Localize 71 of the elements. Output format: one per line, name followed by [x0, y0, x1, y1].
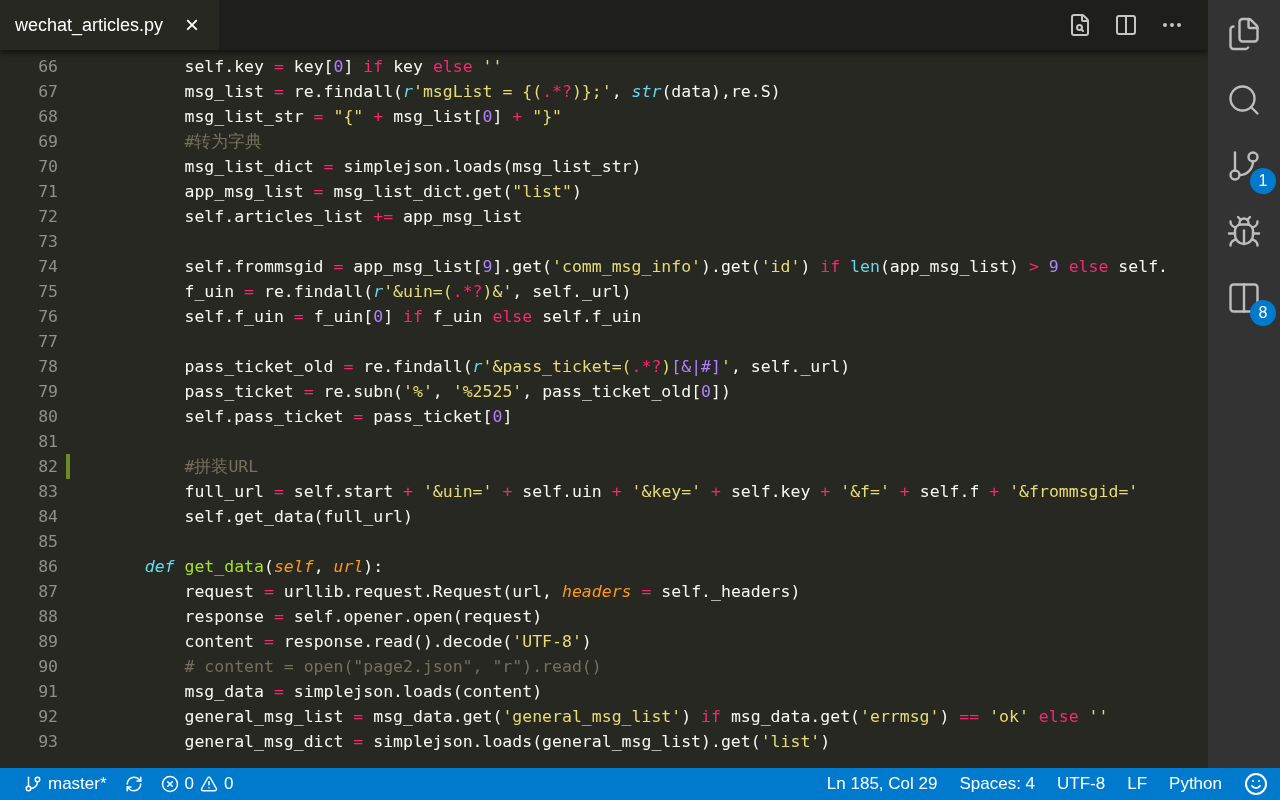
line-number: 92: [37, 707, 58, 726]
line-number: 71: [37, 182, 58, 201]
code-line: self.frommsgid = app_msg_list[9].get('comm_msg_info').get('id') if len(app_msg_list) > 9 else self.: [183, 257, 1169, 276]
problems-indicator[interactable]: 0 0: [160, 774, 234, 794]
line-number: 75: [37, 282, 58, 301]
line-number: 83: [37, 482, 58, 501]
code-line: app_msg_list = msg_list_dict.get("list"): [183, 182, 582, 201]
status-item[interactable]: Python: [1169, 774, 1222, 794]
preview-search-icon[interactable]: [1068, 13, 1092, 37]
code-line: request = urllib.request.Request(url, headers = self._headers): [183, 582, 801, 601]
code-line: content = response.read().decode('UTF-8'): [183, 632, 592, 651]
code-line: general_msg_dict = simplejson.loads(general_msg_list).get('list'): [183, 732, 831, 751]
line-number: 79: [37, 382, 58, 401]
code-line: msg_list_str = "{" + msg_list[0] + "}": [183, 107, 563, 126]
code-line: # content = open("page2.json", "r").read(): [183, 657, 602, 676]
code-line: #拼装URL: [183, 455, 259, 478]
line-number: 82: [37, 457, 58, 476]
split-editor-icon[interactable]: [1114, 13, 1138, 37]
status-item[interactable]: LF: [1127, 774, 1148, 794]
line-number: 72: [37, 207, 58, 226]
line-number: 90: [37, 657, 58, 676]
line-number: 91: [37, 682, 58, 701]
line-number: 93: [37, 732, 58, 751]
code-line: f_uin = re.findall(r'&uin=(.*?)&', self._url): [183, 282, 632, 301]
line-number: 76: [37, 307, 58, 326]
close-button[interactable]: ×: [185, 11, 200, 39]
code-line: self.pass_ticket = pass_ticket[0]: [183, 407, 513, 426]
line-number: 69: [37, 132, 58, 151]
editor-tab[interactable]: wechat_articles.py ×: [0, 0, 220, 50]
code-line: #转为字典: [183, 130, 263, 153]
code-line: msg_list = re.findall(r'msgList = {(.*?)};', str(data),re.S): [183, 82, 781, 101]
branch-indicator[interactable]: master*: [24, 774, 107, 794]
line-number: 74: [37, 257, 58, 276]
line-number: 88: [37, 607, 58, 626]
smiley-icon[interactable]: [1244, 772, 1268, 796]
status-item[interactable]: Ln 185, Col 29: [826, 774, 938, 794]
code-line: self.f_uin = f_uin[0] if f_uin else self.f_uin: [183, 307, 642, 326]
code-line: msg_data = simplejson.loads(content): [183, 682, 543, 701]
line-number: 78: [37, 357, 58, 376]
count-badge: 8: [1250, 300, 1276, 326]
debug-icon[interactable]: [1226, 214, 1262, 250]
line-number: 86: [37, 557, 58, 576]
line-number: 87: [37, 582, 58, 601]
files-icon[interactable]: [1226, 16, 1262, 52]
code-line: self.get_data(full_url): [183, 507, 413, 526]
code-line: msg_list_dict = simplejson.loads(msg_list_str): [183, 157, 642, 176]
status-item[interactable]: Spaces: 4: [959, 774, 1036, 794]
line-number: 85: [37, 532, 58, 551]
code-line: def get_data(self, url):: [143, 557, 384, 576]
line-number: 84: [37, 507, 58, 526]
code-line: self.key = key[0] if key else '': [183, 57, 503, 76]
line-number: 80: [37, 407, 58, 426]
line-number: 77: [37, 332, 58, 351]
sync-icon[interactable]: [124, 775, 143, 793]
line-number: 68: [37, 107, 58, 126]
status-item[interactable]: UTF-8: [1057, 774, 1106, 794]
code-line: pass_ticket_old = re.findall(r'&pass_ticket=(.*?)[&|#]', self._url): [183, 357, 851, 376]
line-number: 67: [37, 82, 58, 101]
line-number: 70: [37, 157, 58, 176]
count-badge: 1: [1250, 168, 1276, 194]
line-number: 66: [37, 57, 58, 76]
tab-title: wechat_articles.py: [15, 14, 164, 36]
code-line: pass_ticket = re.subn('%', '%2525', pass_ticket_old[0]): [183, 382, 731, 401]
code-line: self.articles_list += app_msg_list: [183, 207, 523, 226]
code-line: general_msg_list = msg_data.get('general_msg_list') if msg_data.get('errmsg') == 'ok' else '': [183, 707, 1109, 726]
code-line: response = self.opener.open(request): [183, 607, 543, 626]
line-number: 89: [37, 632, 58, 651]
code-line: full_url = self.start + '&uin=' + self.uin + '&key=' + self.key + '&f=' + self.f + '&frommsgid=': [183, 482, 1139, 501]
line-number: 81: [37, 432, 58, 451]
line-number: 73: [37, 232, 58, 251]
search-icon[interactable]: [1226, 82, 1262, 118]
